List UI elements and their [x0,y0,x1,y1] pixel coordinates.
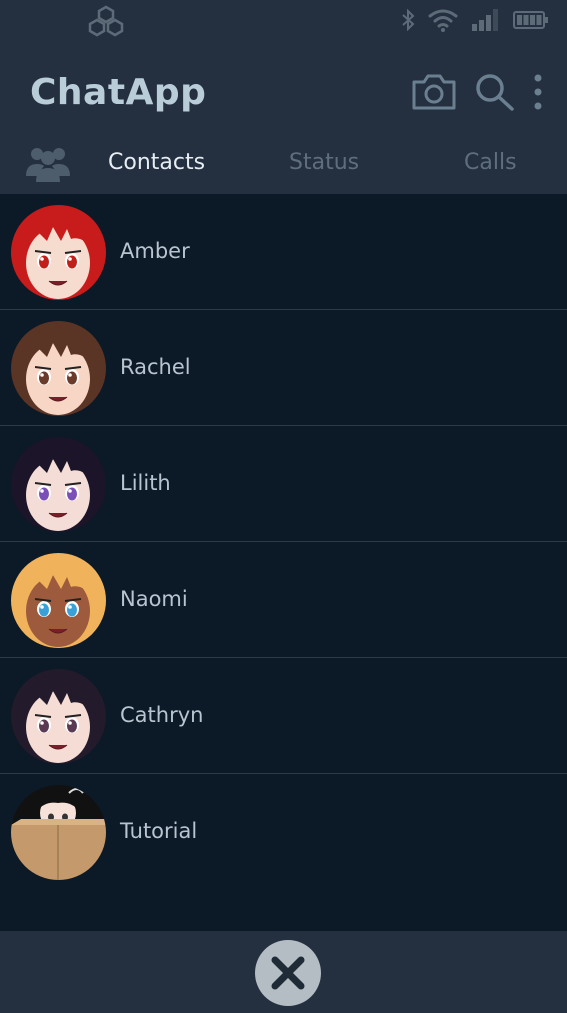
contact-row-naomi[interactable]: Naomi [0,542,567,658]
group-icon[interactable] [26,144,70,182]
tab-bar: Contacts Status Calls [0,140,567,194]
contact-name: Lilith [120,471,171,495]
search-icon[interactable] [474,72,516,116]
tab-contacts[interactable]: Contacts [108,150,205,175]
contact-row-lilith[interactable]: Lilith [0,426,567,542]
close-button[interactable] [255,940,321,1006]
avatar [11,205,106,300]
contact-name: Rachel [120,355,191,379]
tab-status[interactable]: Status [289,150,359,175]
app-title: ChatApp [30,72,207,113]
tab-calls[interactable]: Calls [464,150,517,175]
wifi-icon [427,8,459,36]
close-icon [271,956,305,990]
app-header: ChatApp Contacts Status Calls [0,44,567,194]
avatar [11,321,106,416]
bluetooth-icon [401,8,415,35]
contact-row-cathryn[interactable]: Cathryn [0,658,567,774]
avatar [11,437,106,532]
signal-icon [471,8,501,36]
contact-name: Cathryn [120,703,204,727]
camera-icon[interactable] [410,72,458,116]
avatar [11,669,106,764]
contact-name: Amber [120,239,190,263]
contact-list: Amber Rachel Lilith Naomi Cathryn Tutori… [0,194,567,890]
contact-name: Naomi [120,587,188,611]
hexagon-cluster-logo-icon [88,5,124,39]
avatar [11,785,106,880]
contact-row-tutorial[interactable]: Tutorial [0,774,567,890]
status-bar [0,0,567,44]
contact-row-rachel[interactable]: Rachel [0,310,567,426]
contact-name: Tutorial [120,819,198,843]
contact-row-amber[interactable]: Amber [0,194,567,310]
more-vertical-icon[interactable] [530,72,546,116]
bottom-bar [0,931,567,1013]
avatar [11,553,106,648]
battery-icon [513,10,549,34]
